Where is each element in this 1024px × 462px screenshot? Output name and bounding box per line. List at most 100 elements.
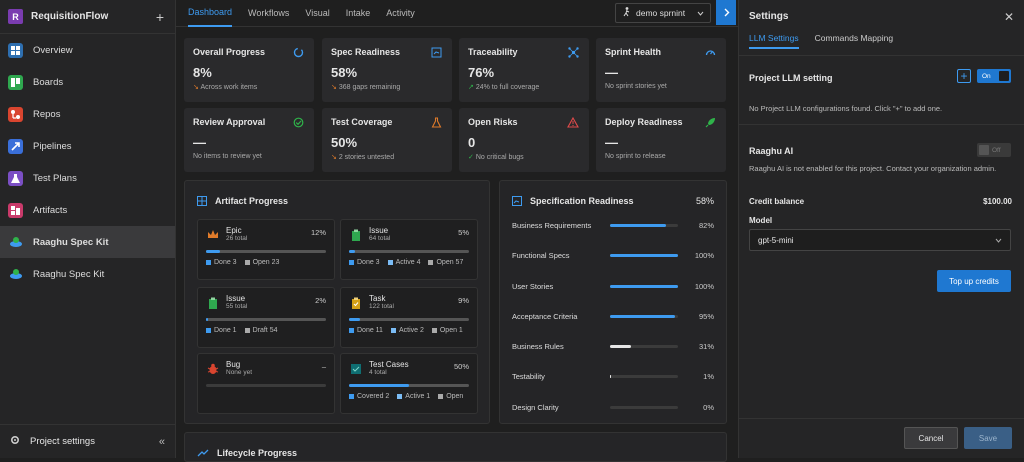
sprint-name: demo sprnint <box>636 8 686 18</box>
card-title: Overall Progress <box>193 47 266 57</box>
sidebar-item-test-plans[interactable]: Test Plans <box>0 162 175 194</box>
add-config-button[interactable]: + <box>957 69 971 83</box>
artifact-card-issue-2[interactable]: Issue 55 total 2% Done 1 Draft 54 <box>197 287 335 348</box>
card-subtitle-text: 2 stories untested <box>338 154 395 161</box>
top-up-credits-button[interactable]: Top up credits <box>937 270 1011 292</box>
toggle-label: Off <box>992 146 1001 154</box>
spec-bar <box>610 253 678 257</box>
network-icon <box>568 47 579 58</box>
grid-icon <box>197 196 207 206</box>
card-sprint-health[interactable]: Sprint Health — No sprint stories yet <box>596 38 726 102</box>
artifact-card-epic[interactable]: Epic 26 total 12% Done 3 Open 23 <box>197 219 335 280</box>
card-value: — <box>605 65 618 80</box>
raaghu-ai-toggle[interactable]: Off <box>977 143 1011 157</box>
trend-up-icon: ↗ <box>468 84 474 91</box>
legend-open: Open 57 <box>428 259 463 266</box>
tab-dashboard[interactable]: Dashboard <box>188 0 233 27</box>
expand-panel-button[interactable] <box>716 0 736 25</box>
spec-row-design-clarity: Design Clarity 0% <box>512 400 714 414</box>
artifact-card-issue[interactable]: Issue 64 total 5% Done 3 Active 4 Open 5… <box>340 219 478 280</box>
artifact-name: Task <box>369 294 386 303</box>
raaghu-ai-title: Raaghu AI <box>749 146 794 156</box>
sidebar-item-label: Raaghu Spec Kit <box>33 236 109 248</box>
legend-label: Done 1 <box>214 327 237 334</box>
sidebar-item-raaghu-spec-kit[interactable]: Raaghu Spec Kit <box>0 226 175 258</box>
close-icon[interactable]: ✕ <box>1004 10 1014 24</box>
tab-workflows[interactable]: Workflows <box>248 0 289 27</box>
card-overall-progress[interactable]: Overall Progress 8% ↘ Across work items <box>184 38 314 102</box>
sidebar-item-boards[interactable]: Boards <box>0 66 175 98</box>
project-llm-toggle[interactable]: On <box>977 69 1011 83</box>
sidebar-item-overview[interactable]: Overview <box>0 34 175 66</box>
artifact-card-task[interactable]: Task 122 total 9% Done 11 Active 2 Open … <box>340 287 478 348</box>
project-settings-link[interactable]: Project settings « <box>0 424 175 458</box>
legend-label: Done 3 <box>357 259 380 266</box>
artifact-card-bug[interactable]: Bug None yet – <box>197 353 335 414</box>
card-traceability[interactable]: Traceability 76% ↗ 24% to full coverage <box>459 38 589 102</box>
progress-fill <box>206 318 209 321</box>
artifact-legend: Done 1 Draft 54 <box>206 327 277 334</box>
spec-bar-fill <box>610 314 675 318</box>
project-settings-label: Project settings <box>30 436 95 447</box>
tab-llm-settings[interactable]: LLM Settings <box>749 33 799 49</box>
spec-label: Business Rules <box>512 341 564 351</box>
chevron-down-icon <box>995 236 1002 245</box>
card-title: Deploy Readiness <box>605 117 683 127</box>
card-subtitle-text: 368 gaps remaining <box>338 84 401 91</box>
card-open-risks[interactable]: Open Risks 0 ✓ No critical bugs <box>459 108 589 172</box>
add-icon[interactable]: + <box>153 9 167 25</box>
spec-row-user-stories: User Stories 100% <box>512 279 714 293</box>
artifact-legend: Done 11 Active 2 Open 1 <box>349 327 463 334</box>
sidebar-item-label: Test Plans <box>33 172 77 184</box>
card-subtitle-text: No critical bugs <box>475 154 524 161</box>
card-deploy-readiness[interactable]: Deploy Readiness — No sprint to release <box>596 108 726 172</box>
card-title: Review Approval <box>193 117 266 127</box>
toggle-label: On <box>982 72 991 80</box>
card-title: Sprint Health <box>605 47 662 57</box>
spec-kit-icon <box>8 267 23 282</box>
artifact-legend: Done 3 Open 23 <box>206 259 279 266</box>
legend-label: Covered 2 <box>357 393 390 400</box>
tab-activity[interactable]: Activity <box>386 0 415 27</box>
spec-percent: 31% <box>698 341 714 351</box>
sidebar-item-repos[interactable]: Repos <box>0 98 175 130</box>
sidebar-item-label: Overview <box>33 44 73 56</box>
card-review-approval[interactable]: Review Approval — No items to review yet <box>184 108 314 172</box>
save-button[interactable]: Save <box>964 427 1012 449</box>
progress-fill <box>349 318 360 321</box>
tab-intake[interactable]: Intake <box>346 0 371 27</box>
crown-icon <box>208 230 218 238</box>
tab-visual[interactable]: Visual <box>305 0 329 27</box>
spec-row-business-rules: Business Rules 31% <box>512 339 714 353</box>
spec-readiness-percent: 58% <box>695 196 714 206</box>
tab-commands-mapping[interactable]: Commands Mapping <box>815 33 893 47</box>
sidebar-item-artifacts[interactable]: Artifacts <box>0 194 175 226</box>
trend-down-icon: ↘ <box>193 84 199 91</box>
artifact-progress-bar <box>206 318 326 321</box>
progress-fill <box>349 250 355 253</box>
sidebar-item-pipelines[interactable]: Pipelines <box>0 130 175 162</box>
main-content: Dashboard Workflows Visual Intake Activi… <box>176 0 738 462</box>
artifact-legend: Done 3 Active 4 Open 57 <box>349 259 463 266</box>
card-spec-readiness[interactable]: Spec Readiness 58% ↘ 368 gaps remaining <box>322 38 452 102</box>
project-title[interactable]: RequisitionFlow <box>31 11 145 22</box>
rocket-icon <box>705 118 715 128</box>
cancel-button[interactable]: Cancel <box>904 427 958 449</box>
spec-label: Functional Specs <box>512 250 570 260</box>
credit-balance-value: $100.00 <box>983 197 1012 206</box>
sidebar-header: R RequisitionFlow + <box>0 0 175 34</box>
collapse-sidebar-icon[interactable]: « <box>159 436 165 448</box>
model-select[interactable]: gpt-5-mini <box>749 229 1011 251</box>
sidebar-item-raaghu-spec-kit-2[interactable]: Raaghu Spec Kit <box>0 258 175 290</box>
sprint-selector[interactable]: demo sprnint <box>615 3 711 23</box>
card-test-coverage[interactable]: Test Coverage 50% ↘ 2 stories untested <box>322 108 452 172</box>
spec-percent: 100% <box>694 250 714 260</box>
trend-down-icon: ↘ <box>331 154 337 161</box>
chevron-right-icon <box>724 8 729 17</box>
artifact-total: 26 total <box>226 235 248 242</box>
boards-icon <box>8 74 23 90</box>
chart-icon <box>431 47 442 58</box>
spec-percent: 1% <box>703 371 714 381</box>
lifecycle-header: Lifecycle Progress <box>197 448 297 458</box>
artifact-card-test-cases[interactable]: Test Cases 4 total 50% Covered 2 Active … <box>340 353 478 414</box>
